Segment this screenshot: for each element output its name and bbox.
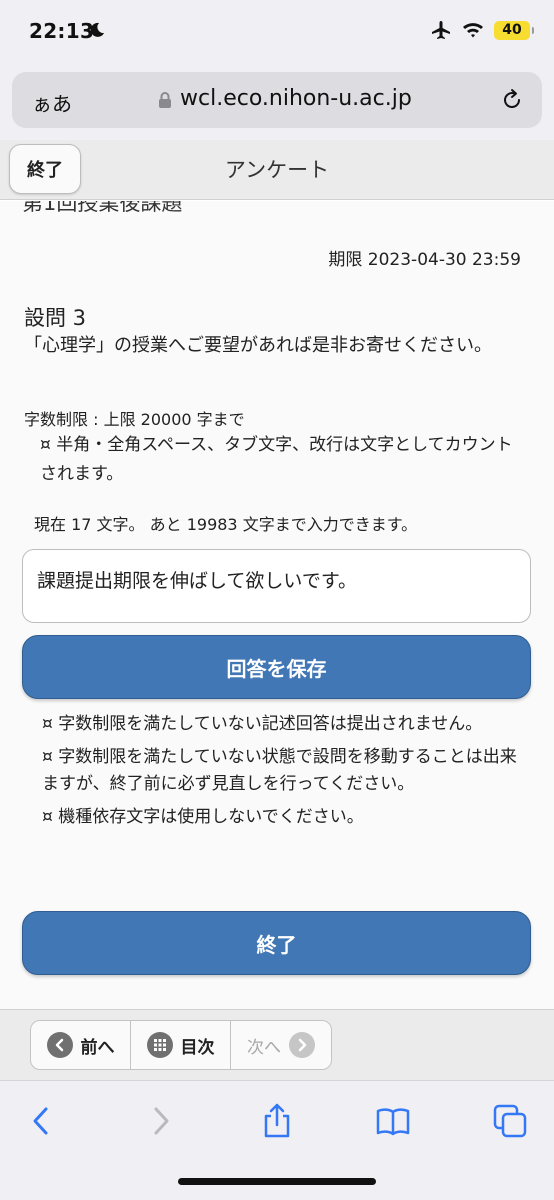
grid-icon xyxy=(146,1032,173,1058)
forward-icon[interactable] xyxy=(142,1103,178,1139)
page-header: 終了 アンケート xyxy=(0,140,554,200)
back-icon[interactable] xyxy=(24,1103,60,1139)
share-icon[interactable] xyxy=(259,1103,295,1139)
address-bar[interactable]: ぁあ wcl.eco.nihon-u.ac.jp xyxy=(12,72,542,128)
lock-icon xyxy=(159,92,171,108)
chevron-left-icon xyxy=(46,1032,73,1058)
question-number: 設問 3 xyxy=(24,306,87,330)
note-item: ¤ 字数制限を満たしていない記述回答は提出されません。 xyxy=(42,714,483,734)
prev-button[interactable]: 前へ xyxy=(31,1021,131,1069)
reload-icon[interactable] xyxy=(500,88,524,112)
notes-list: ¤ 字数制限を満たしていない記述回答は提出されません。 ¤ 字数制限を満たしてい… xyxy=(42,711,522,837)
page-navigation: 前へ 目次 次へ xyxy=(0,1009,554,1080)
status-time: 22:13 xyxy=(29,19,95,43)
question-text: 「心理学」の授業へご要望があれば是非お寄せください。 xyxy=(24,335,492,356)
char-limit: 字数制限 : 上限 20000 字まで xyxy=(24,410,245,429)
assignment-title: 第1回授業後課題 xyxy=(22,201,183,215)
status-bar: 22:13 40 xyxy=(0,0,554,66)
home-indicator xyxy=(178,1178,376,1185)
wifi-icon xyxy=(463,23,483,38)
deadline: 期限 2023-04-30 23:59 xyxy=(328,250,521,270)
bookmarks-icon[interactable] xyxy=(375,1103,411,1139)
end-button[interactable]: 終了 xyxy=(22,911,531,975)
char-count: 現在 17 文字。 あと 19983 文字まで入力できます。 xyxy=(34,515,418,534)
answer-textarea[interactable]: 課題提出期限を伸ばして欲しいです。 xyxy=(22,549,531,623)
text-size-button[interactable]: ぁあ xyxy=(32,88,72,117)
browser-address-area: ぁあ wcl.eco.nihon-u.ac.jp xyxy=(0,66,554,140)
save-answer-button[interactable]: 回答を保存 xyxy=(22,635,531,699)
url-text[interactable]: wcl.eco.nihon-u.ac.jp xyxy=(180,86,412,111)
status-right: 40 xyxy=(430,20,534,40)
battery-indicator: 40 xyxy=(494,20,534,40)
chevron-right-icon xyxy=(289,1032,315,1058)
page-title: アンケート xyxy=(224,158,330,182)
char-limit-note: ¤ 半角・全角スペース、タブ文字、改行は文字としてカウントされます。 xyxy=(40,435,513,484)
prev-label: 前へ xyxy=(80,1037,115,1058)
survey-content: 第1回授業後課題 期限 2023-04-30 23:59 設問 3 「心理学」の… xyxy=(0,201,554,1009)
note-item: ¤ 機種依存文字は使用しないでください。 xyxy=(42,807,364,827)
next-label: 次へ xyxy=(247,1037,281,1058)
moon-icon xyxy=(90,22,104,37)
note-item: ¤ 字数制限を満たしていない状態で設問を移動することは出来ますが、終了前に必ず見… xyxy=(42,747,517,794)
airplane-icon xyxy=(432,21,450,39)
toc-label: 目次 xyxy=(180,1037,215,1058)
next-button[interactable]: 次へ xyxy=(231,1021,331,1069)
nav-button-group: 前へ 目次 次へ xyxy=(30,1020,332,1070)
tabs-icon[interactable] xyxy=(492,1103,528,1139)
toc-button[interactable]: 目次 xyxy=(131,1021,231,1069)
